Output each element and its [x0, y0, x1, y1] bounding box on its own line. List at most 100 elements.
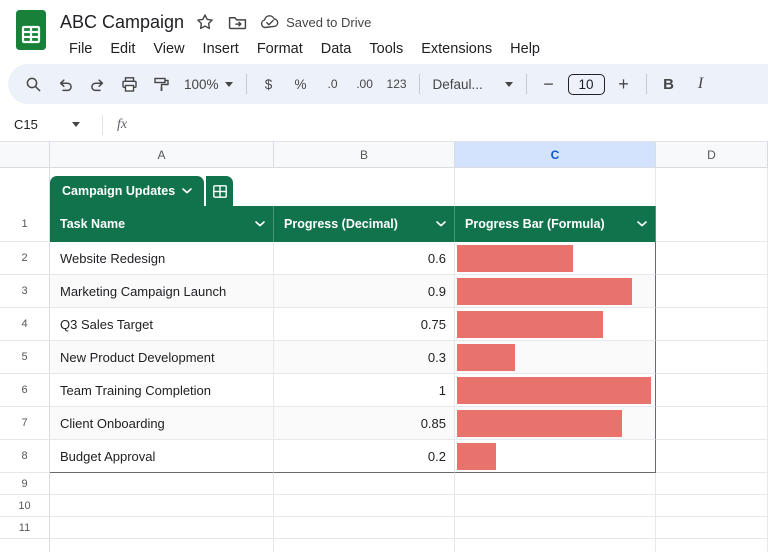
cell[interactable] — [656, 341, 768, 374]
cell[interactable] — [656, 168, 768, 206]
cell[interactable] — [50, 495, 274, 517]
menu-extensions[interactable]: Extensions — [412, 39, 501, 59]
row-header-11[interactable]: 11 — [0, 517, 50, 539]
cell[interactable] — [656, 517, 768, 539]
increase-font-size-button[interactable]: + — [609, 69, 639, 99]
progress-cell[interactable]: 0.3 — [274, 341, 455, 374]
document-title[interactable]: ABC Campaign — [60, 12, 184, 33]
cell[interactable] — [50, 539, 274, 552]
cell[interactable] — [455, 495, 656, 517]
row-header-2[interactable]: 2 — [0, 242, 50, 275]
task-cell[interactable]: Client Onboarding — [50, 407, 274, 440]
progress-bar-cell[interactable] — [455, 440, 656, 473]
row-header-5[interactable]: 5 — [0, 341, 50, 374]
column-header-c[interactable]: C — [455, 142, 656, 168]
format-currency-button[interactable]: $ — [254, 69, 284, 99]
more-formats-button[interactable]: 123 — [382, 69, 412, 99]
menu-help[interactable]: Help — [501, 39, 549, 59]
cell[interactable] — [455, 473, 656, 495]
task-cell[interactable]: Q3 Sales Target — [50, 308, 274, 341]
cell[interactable] — [274, 168, 455, 206]
cell[interactable] — [656, 440, 768, 473]
decrease-decimal-button[interactable]: .0 — [318, 69, 348, 99]
cell[interactable] — [50, 517, 274, 539]
cell[interactable] — [656, 308, 768, 341]
cell[interactable] — [274, 517, 455, 539]
undo-button[interactable] — [50, 69, 80, 99]
menu-format[interactable]: Format — [248, 39, 312, 59]
progress-bar-cell[interactable] — [455, 407, 656, 440]
progress-bar-cell[interactable] — [455, 341, 656, 374]
cell[interactable] — [656, 275, 768, 308]
progress-bar-cell[interactable] — [455, 242, 656, 275]
table-name-tab[interactable]: Campaign Updates — [50, 176, 205, 206]
cell[interactable] — [455, 517, 656, 539]
paint-format-button[interactable] — [146, 69, 176, 99]
zoom-selector[interactable]: 100% — [178, 69, 239, 99]
cell[interactable] — [656, 374, 768, 407]
menu-insert[interactable]: Insert — [194, 39, 248, 59]
cell[interactable] — [656, 242, 768, 275]
table-header-task-name[interactable]: Task Name — [50, 206, 274, 242]
menu-tools[interactable]: Tools — [360, 39, 412, 59]
cell[interactable] — [656, 206, 768, 242]
row-header-7[interactable]: 7 — [0, 407, 50, 440]
row-header-9[interactable]: 9 — [0, 473, 50, 495]
search-button[interactable] — [18, 69, 48, 99]
menu-file[interactable]: File — [60, 39, 101, 59]
progress-bar-cell[interactable] — [455, 275, 656, 308]
cell[interactable] — [274, 495, 455, 517]
task-cell[interactable]: Budget Approval — [50, 440, 274, 473]
cell[interactable] — [656, 495, 768, 517]
row-header-4[interactable]: 4 — [0, 308, 50, 341]
progress-cell[interactable]: 0.9 — [274, 275, 455, 308]
progress-cell[interactable]: 0.85 — [274, 407, 455, 440]
menu-edit[interactable]: Edit — [101, 39, 144, 59]
cell[interactable] — [656, 473, 768, 495]
table-header-progress-bar[interactable]: Progress Bar (Formula) — [455, 206, 656, 242]
progress-cell[interactable]: 1 — [274, 374, 455, 407]
star-button[interactable] — [194, 11, 216, 33]
format-percent-button[interactable]: % — [286, 69, 316, 99]
row-header-6[interactable]: 6 — [0, 374, 50, 407]
table-options-button[interactable] — [206, 176, 234, 206]
select-all-corner[interactable] — [0, 142, 50, 168]
italic-button[interactable]: I — [686, 69, 716, 99]
font-selector[interactable]: Defaul... — [427, 69, 519, 99]
row-header-10[interactable]: 10 — [0, 495, 50, 517]
progress-bar-cell[interactable] — [455, 374, 656, 407]
column-header-a[interactable]: A — [50, 142, 274, 168]
progress-cell[interactable]: 0.75 — [274, 308, 455, 341]
cell[interactable] — [455, 539, 656, 552]
menu-data[interactable]: Data — [312, 39, 361, 59]
cell[interactable] — [50, 473, 274, 495]
font-size-input[interactable]: 10 — [567, 73, 605, 95]
decrease-font-size-button[interactable]: − — [534, 69, 564, 99]
save-status[interactable]: Saved to Drive — [260, 14, 371, 30]
progress-bar-cell[interactable] — [455, 308, 656, 341]
menu-view[interactable]: View — [144, 39, 193, 59]
column-header-b[interactable]: B — [274, 142, 455, 168]
task-cell[interactable]: Website Redesign — [50, 242, 274, 275]
progress-cell[interactable]: 0.6 — [274, 242, 455, 275]
increase-decimal-button[interactable]: .00 — [350, 69, 380, 99]
progress-cell[interactable]: 0.2 — [274, 440, 455, 473]
cell[interactable] — [455, 168, 656, 206]
row-header-1[interactable]: 1 — [0, 206, 50, 242]
task-cell[interactable]: Marketing Campaign Launch — [50, 275, 274, 308]
name-box[interactable]: C15 — [0, 117, 100, 132]
bold-button[interactable]: B — [654, 69, 684, 99]
redo-button[interactable] — [82, 69, 112, 99]
column-header-d[interactable]: D — [656, 142, 768, 168]
task-cell[interactable]: Team Training Completion — [50, 374, 274, 407]
row-header-8[interactable]: 8 — [0, 440, 50, 473]
cell[interactable] — [274, 539, 455, 552]
cell[interactable] — [274, 473, 455, 495]
task-cell[interactable]: New Product Development — [50, 341, 274, 374]
row-header-3[interactable]: 3 — [0, 275, 50, 308]
cell[interactable] — [656, 539, 768, 552]
sheets-logo-icon[interactable] — [16, 10, 46, 50]
print-button[interactable] — [114, 69, 144, 99]
cell[interactable] — [656, 407, 768, 440]
table-header-progress-decimal[interactable]: Progress (Decimal) — [274, 206, 455, 242]
